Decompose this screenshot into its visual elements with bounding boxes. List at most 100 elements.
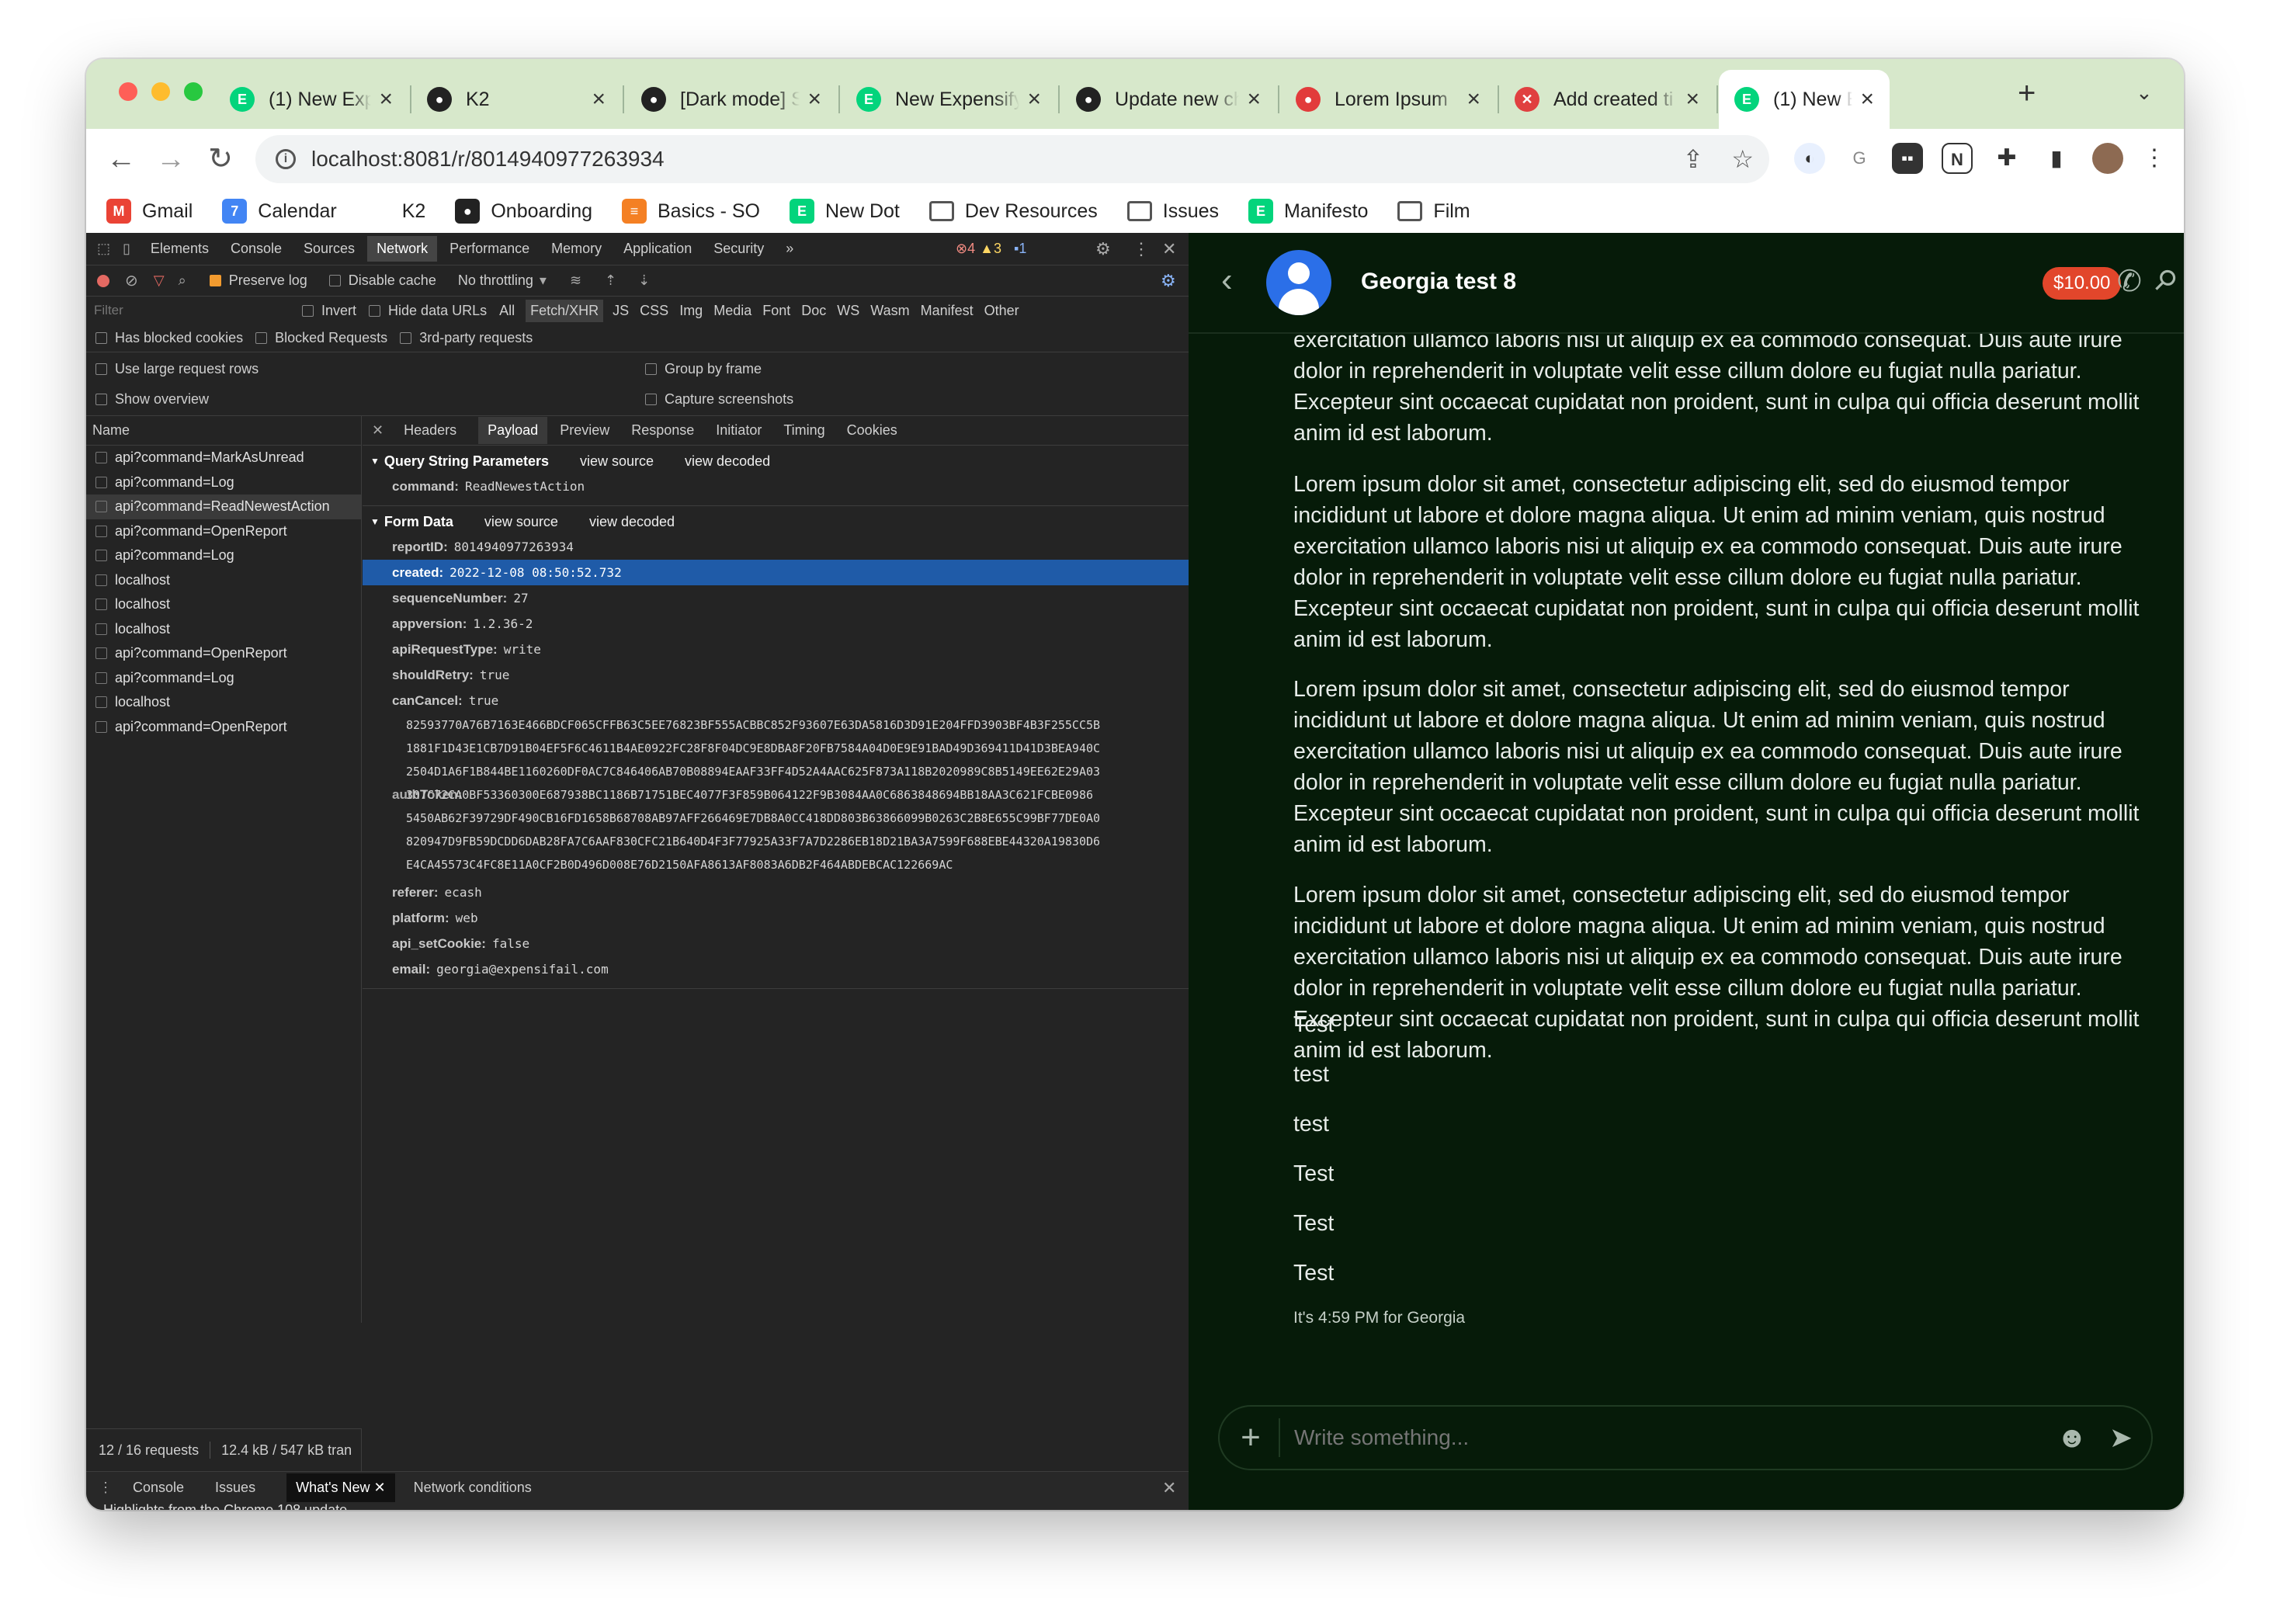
devtools-tab[interactable]: Performance: [449, 241, 529, 257]
site-info-icon[interactable]: i: [276, 149, 296, 169]
chat-title[interactable]: Georgia test 8: [1361, 269, 1516, 295]
devtools-close-icon[interactable]: ✕: [1162, 239, 1176, 259]
bookmark-item[interactable]: 7 Calendar: [222, 199, 337, 224]
close-tab-icon[interactable]: ×: [1860, 86, 1874, 113]
warning-count-badge[interactable]: ▲3: [980, 241, 1001, 257]
extension-3-icon[interactable]: ▪▪: [1892, 143, 1923, 174]
request-checkbox[interactable]: [95, 525, 107, 537]
type-filter-img[interactable]: Img: [679, 303, 703, 319]
request-row[interactable]: localhost: [86, 568, 361, 593]
request-checkbox[interactable]: [95, 671, 107, 684]
close-details-icon[interactable]: ✕: [372, 422, 384, 439]
bookmark-star-icon[interactable]: ☆: [1731, 144, 1754, 174]
devtools-tab[interactable]: Security: [713, 241, 764, 257]
request-row[interactable]: localhost: [86, 592, 361, 617]
emoji-icon[interactable]: ☻: [2057, 1421, 2088, 1455]
clear-icon[interactable]: ⊘: [125, 271, 138, 290]
browser-tab[interactable]: E (1) New Expensify ×: [1719, 70, 1890, 129]
search-icon[interactable]: ⌕: [179, 272, 186, 289]
form-view-decoded-link[interactable]: view decoded: [589, 514, 675, 530]
type-filter-media[interactable]: Media: [713, 303, 751, 319]
third-party-checkbox[interactable]: [400, 332, 412, 344]
filter-funnel-icon[interactable]: ▽: [154, 272, 165, 289]
record-icon[interactable]: [97, 274, 109, 287]
type-filter-css[interactable]: CSS: [640, 303, 668, 319]
bookmark-item[interactable]: ● Onboarding: [455, 199, 592, 224]
phone-icon[interactable]: ✆: [2117, 264, 2142, 299]
param-row[interactable]: platform: web: [363, 905, 1189, 931]
query-view-source-link[interactable]: view source: [580, 453, 654, 470]
avatar[interactable]: [1266, 250, 1331, 315]
devtools-tab[interactable]: »: [786, 241, 793, 257]
bookmark-item[interactable]: Dev Resources: [928, 200, 1098, 223]
browser-tab[interactable]: E (1) New Expensify ×: [214, 70, 408, 129]
blocked-requests-checkbox[interactable]: [255, 332, 268, 344]
bookmark-item[interactable]: ≡ Basics - SO: [622, 199, 760, 224]
details-tab-response[interactable]: Response: [631, 422, 694, 439]
type-filter-ws[interactable]: WS: [837, 303, 859, 319]
details-tab-initiator[interactable]: Initiator: [716, 422, 762, 439]
type-filter-fetchxhr[interactable]: Fetch/XHR: [526, 299, 604, 322]
throttling-select[interactable]: No throttling: [458, 272, 533, 289]
browser-tab[interactable]: ● K2 ×: [411, 70, 621, 129]
side-panel-icon[interactable]: ▮: [2041, 143, 2072, 174]
request-row[interactable]: api?command=MarkAsUnread: [86, 446, 361, 470]
blocked-cookies-checkbox[interactable]: [95, 332, 107, 344]
query-params-header[interactable]: ▼ Query String Parameters view source vi…: [363, 449, 1189, 474]
type-filter-all[interactable]: All: [499, 303, 515, 319]
address-bar[interactable]: i localhost:8081/r/8014940977263934 ⇪ ☆: [255, 135, 1769, 183]
capture-screenshots-checkbox[interactable]: [645, 394, 657, 405]
close-tab-icon[interactable]: ×: [592, 86, 606, 113]
zoom-window-button[interactable]: [184, 82, 203, 101]
close-tab-icon[interactable]: ×: [1247, 86, 1261, 113]
drawer-tab[interactable]: Issues: [215, 1480, 255, 1496]
group-by-frame-checkbox[interactable]: [645, 363, 657, 375]
request-checkbox[interactable]: [95, 574, 107, 586]
export-har-icon[interactable]: ⇣: [638, 272, 650, 289]
form-data-header[interactable]: ▼ Form Data view source view decoded: [363, 509, 1189, 534]
back-chevron-icon[interactable]: ‹: [1221, 261, 1233, 300]
inspect-icon[interactable]: ⬚: [97, 241, 110, 257]
browser-tab[interactable]: E New Expensify ×: [841, 70, 1057, 129]
details-tab-cookies[interactable]: Cookies: [847, 422, 897, 439]
import-har-icon[interactable]: ⇡: [605, 272, 616, 289]
type-filter-doc[interactable]: Doc: [801, 303, 826, 319]
filter-input[interactable]: [94, 300, 288, 321]
browser-tab[interactable]: ✕ Add created ti ×: [1499, 70, 1715, 129]
bookmark-item[interactable]: Issues: [1126, 200, 1219, 223]
composer-input[interactable]: [1294, 1425, 2057, 1450]
pin-icon[interactable]: ⚲: [2147, 262, 2184, 299]
close-window-button[interactable]: [119, 82, 137, 101]
message-count-badge[interactable]: ▪1: [1014, 241, 1026, 257]
param-row[interactable]: shouldRetry: true: [363, 662, 1189, 688]
request-checkbox[interactable]: [95, 599, 107, 611]
devtools-tab[interactable]: Elements: [151, 241, 209, 257]
tab-search-icon[interactable]: ⌄: [2136, 81, 2153, 105]
device-toolbar-icon[interactable]: ▯: [123, 241, 130, 257]
query-view-decoded-link[interactable]: view decoded: [685, 453, 770, 470]
devtools-tab[interactable]: Network: [367, 236, 438, 262]
param-row[interactable]: command: ReadNewestAction: [363, 474, 1189, 499]
request-checkbox[interactable]: [95, 501, 107, 513]
extension-grammarly-icon[interactable]: G: [1844, 143, 1875, 174]
extension-1-icon[interactable]: ◐: [1794, 143, 1825, 174]
extensions-puzzle-icon[interactable]: ✚: [1991, 143, 2022, 174]
details-tab-preview[interactable]: Preview: [560, 422, 609, 439]
large-rows-checkbox[interactable]: [95, 363, 107, 375]
network-settings-icon[interactable]: ⚙: [1161, 271, 1176, 291]
param-row[interactable]: canCancel: true: [363, 688, 1189, 713]
browser-menu-icon[interactable]: ⋮: [2139, 143, 2170, 174]
request-checkbox[interactable]: [95, 550, 107, 562]
param-row[interactable]: api_setCookie: false: [363, 931, 1189, 956]
close-tab-icon[interactable]: ×: [1685, 86, 1699, 113]
reload-button[interactable]: ↻: [201, 140, 240, 179]
details-tab-headers[interactable]: Headers: [404, 422, 456, 439]
drawer-close-icon[interactable]: ✕: [1162, 1478, 1176, 1498]
param-row[interactable]: referer: ecash: [363, 880, 1189, 905]
details-tab-timing[interactable]: Timing: [783, 422, 824, 439]
forward-button[interactable]: →: [151, 140, 190, 179]
browser-tab[interactable]: ● Lorem Ipsum ×: [1280, 70, 1496, 129]
param-row[interactable]: email: georgia@expensifail.com: [363, 956, 1189, 982]
request-row[interactable]: localhost: [86, 617, 361, 642]
devtools-tab[interactable]: Memory: [551, 241, 602, 257]
